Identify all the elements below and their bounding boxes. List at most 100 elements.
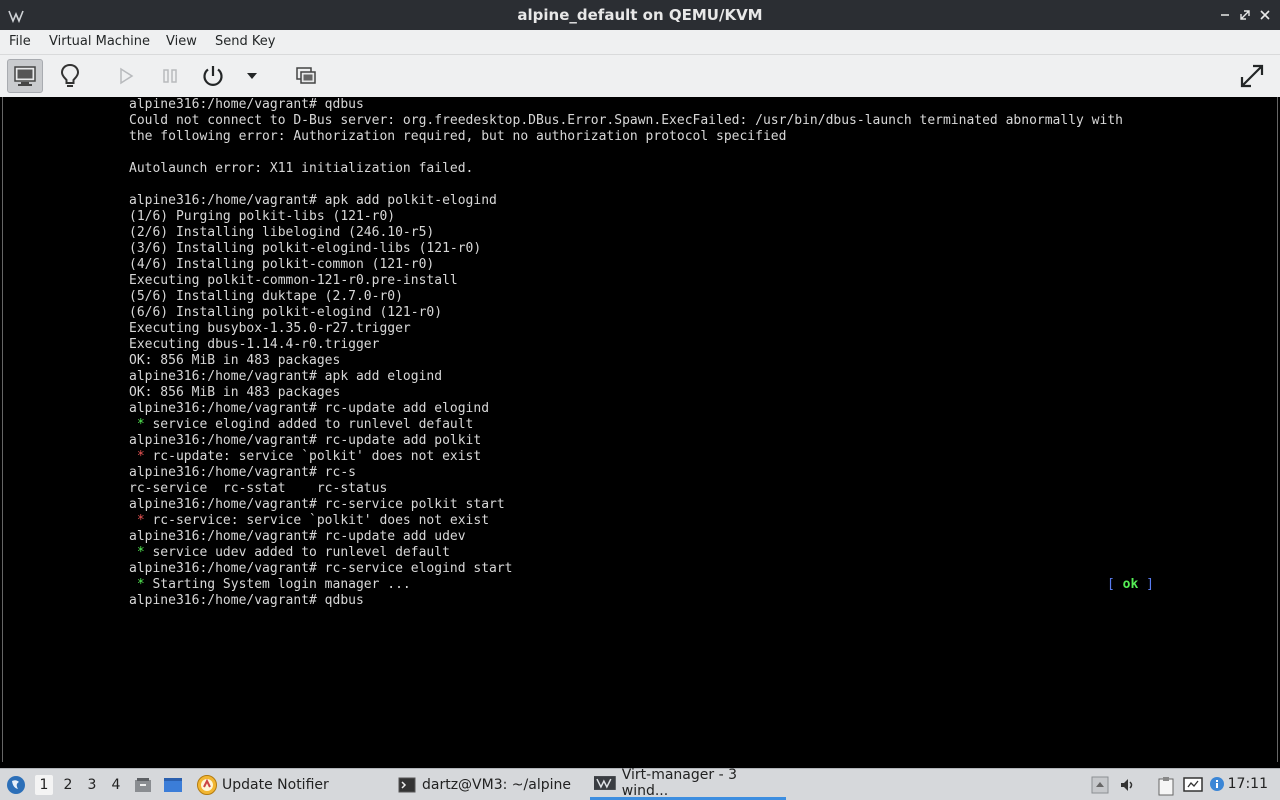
shutdown-button[interactable]: [195, 59, 231, 93]
terminal-line: alpine316:/home/vagrant# rc-update add u…: [129, 529, 1123, 545]
terminal-line-text: alpine316:/home/vagrant# rc-service polk…: [129, 497, 505, 512]
monitor-icon: [14, 66, 36, 86]
menu-send-key[interactable]: Send Key: [215, 34, 275, 49]
close-icon[interactable]: [1258, 7, 1272, 21]
terminal-line-text: alpine316:/home/vagrant# qdbus: [129, 97, 364, 112]
pause-icon: [163, 69, 177, 83]
show-details-button[interactable]: [52, 59, 88, 93]
terminal-line: Executing polkit-common-121-r0.pre-insta…: [129, 273, 1123, 289]
network-icon[interactable]: [1183, 776, 1203, 794]
task-virt-manager[interactable]: Virt-manager - 3 wind...: [590, 767, 786, 800]
terminal-line-text: (3/6) Installing polkit-elogind-libs (12…: [129, 241, 482, 256]
clock: 17:11: [1227, 776, 1268, 792]
tray-toggle-icon[interactable]: [1091, 776, 1109, 794]
fullscreen-button[interactable]: [1234, 59, 1270, 93]
terminal-line: * rc-update: service `polkit' does not e…: [129, 449, 1123, 465]
terminal-line: alpine316:/home/vagrant# rc-service elog…: [129, 561, 1123, 577]
update-notifier-icon: [197, 774, 217, 795]
terminal-line: (2/6) Installing libelogind (246.10-r5): [129, 225, 1123, 241]
terminal-line: alpine316:/home/vagrant# rc-service polk…: [129, 497, 1123, 513]
terminal-icon: [398, 777, 416, 792]
terminal-line-text: rc-service: service `polkit' does not ex…: [144, 513, 490, 528]
terminal-line-text: alpine316:/home/vagrant# qdbus: [129, 593, 364, 608]
terminal-line-text: Executing polkit-common-121-r0.pre-insta…: [129, 273, 458, 288]
terminal-line-text: rc-service rc-sstat rc-status: [129, 481, 388, 496]
terminal-line-text: Executing busybox-1.35.0-r27.trigger: [129, 321, 411, 336]
minimize-icon[interactable]: [1218, 7, 1232, 21]
shutdown-menu-button[interactable]: [234, 59, 270, 93]
menu-file[interactable]: File: [9, 34, 31, 49]
pause-button[interactable]: [152, 59, 188, 93]
fullscreen-icon: [1240, 64, 1264, 88]
terminal-line: the following error: Authorization requi…: [129, 129, 1123, 145]
workspace-2[interactable]: 2: [59, 775, 77, 795]
terminal-line: alpine316:/home/vagrant# apk add polkit-…: [129, 193, 1123, 209]
chevron-down-icon: [247, 73, 257, 79]
maximize-icon[interactable]: [1238, 7, 1252, 21]
workspace-4[interactable]: 4: [107, 775, 125, 795]
task-terminal[interactable]: dartz@VM3: ~/alpine: [394, 769, 588, 800]
terminal-line-text: alpine316:/home/vagrant# apk add elogind: [129, 369, 443, 384]
terminal-line: alpine316:/home/vagrant# rc-s: [129, 465, 1123, 481]
window-title: alpine_default on QEMU/KVM: [517, 6, 763, 24]
terminal-line-text: OK: 856 MiB in 483 packages: [129, 385, 341, 400]
terminal-line: Executing dbus-1.14.4-r0.trigger: [129, 337, 1123, 353]
taskbar: 1 2 3 4 Update Notifier dartz@VM3: ~/alp…: [0, 767, 1280, 800]
terminal-line: alpine316:/home/vagrant# rc-update add e…: [129, 401, 1123, 417]
virt-manager-icon: [594, 776, 616, 790]
success-star-icon: *: [136, 417, 145, 432]
workspace-3[interactable]: 3: [83, 775, 101, 795]
play-icon: [120, 67, 134, 85]
terminal-line-text: alpine316:/home/vagrant# rc-update add e…: [129, 401, 490, 416]
terminal-line: OK: 856 MiB in 483 packages: [129, 353, 1123, 369]
terminal-line: alpine316:/home/vagrant# qdbus: [129, 593, 1123, 609]
terminal-line: alpine316:/home/vagrant# qdbus: [129, 97, 1123, 113]
window-titlebar[interactable]: alpine_default on QEMU/KVM: [0, 0, 1280, 30]
terminal-line-text: Executing dbus-1.14.4-r0.trigger: [129, 337, 380, 352]
terminal-line-text: (4/6) Installing polkit-common (121-r0): [129, 257, 435, 272]
vm-console[interactable]: alpine316:/home/vagrant# qdbus Could not …: [2, 97, 1278, 762]
terminal-line-text: service udev added to runlevel default: [144, 545, 450, 560]
info-notification-icon[interactable]: [1209, 776, 1227, 794]
run-button[interactable]: [108, 59, 144, 93]
menu-virtual-machine[interactable]: Virtual Machine: [49, 34, 150, 49]
terminal-line-text: alpine316:/home/vagrant# apk add polkit-…: [129, 193, 497, 208]
show-desktop-icon[interactable]: [163, 776, 182, 794]
terminal-line: Autolaunch error: X11 initialization fai…: [129, 161, 1123, 177]
terminal-line-text: alpine316:/home/vagrant# rc-update add u…: [129, 529, 466, 544]
task-label: Update Notifier: [222, 776, 329, 793]
show-console-button[interactable]: [7, 59, 43, 93]
power-icon: [203, 66, 223, 86]
snapshot-icon: [296, 67, 316, 84]
task-update-notifier[interactable]: Update Notifier: [192, 769, 386, 800]
clipboard-icon[interactable]: [1157, 776, 1175, 796]
ok-status: [ ok ]: [1107, 577, 1154, 592]
terminal-line-text: (6/6) Installing polkit-elogind (121-r0): [129, 305, 443, 320]
task-label: Virt-manager - 3 wind...: [621, 767, 737, 799]
snapshots-button[interactable]: [288, 59, 324, 93]
terminal-line: (4/6) Installing polkit-common (121-r0): [129, 257, 1123, 273]
task-label: dartz@VM3: ~/alpine: [422, 776, 571, 793]
terminal-line-text: (1/6) Purging polkit-libs (121-r0): [129, 209, 396, 224]
terminal-line-text: (2/6) Installing libelogind (246.10-r5): [129, 225, 435, 240]
terminal-line-text: OK: 856 MiB in 483 packages: [129, 353, 341, 368]
error-star-icon: *: [136, 513, 145, 528]
terminal-line: OK: 856 MiB in 483 packages: [129, 385, 1123, 401]
terminal-line: (1/6) Purging polkit-libs (121-r0): [129, 209, 1123, 225]
terminal-line: alpine316:/home/vagrant# rc-update add p…: [129, 433, 1123, 449]
terminal-line: (3/6) Installing polkit-elogind-libs (12…: [129, 241, 1123, 257]
workspace-1[interactable]: 1: [35, 775, 53, 795]
start-menu-icon[interactable]: [6, 775, 26, 795]
success-star-icon: *: [136, 577, 145, 592]
terminal-line: rc-service rc-sstat rc-status: [129, 481, 1123, 497]
menu-bar: File Virtual Machine View Send Key: [0, 30, 1280, 55]
file-manager-icon[interactable]: [134, 776, 152, 794]
volume-icon[interactable]: [1119, 776, 1137, 794]
menu-view[interactable]: View: [166, 34, 197, 49]
success-star-icon: *: [136, 545, 145, 560]
terminal-line: * Starting System login manager ...: [129, 577, 1123, 593]
terminal-line-text: alpine316:/home/vagrant# rc-service elog…: [129, 561, 513, 576]
terminal-line-text: service elogind added to runlevel defaul…: [144, 417, 474, 432]
